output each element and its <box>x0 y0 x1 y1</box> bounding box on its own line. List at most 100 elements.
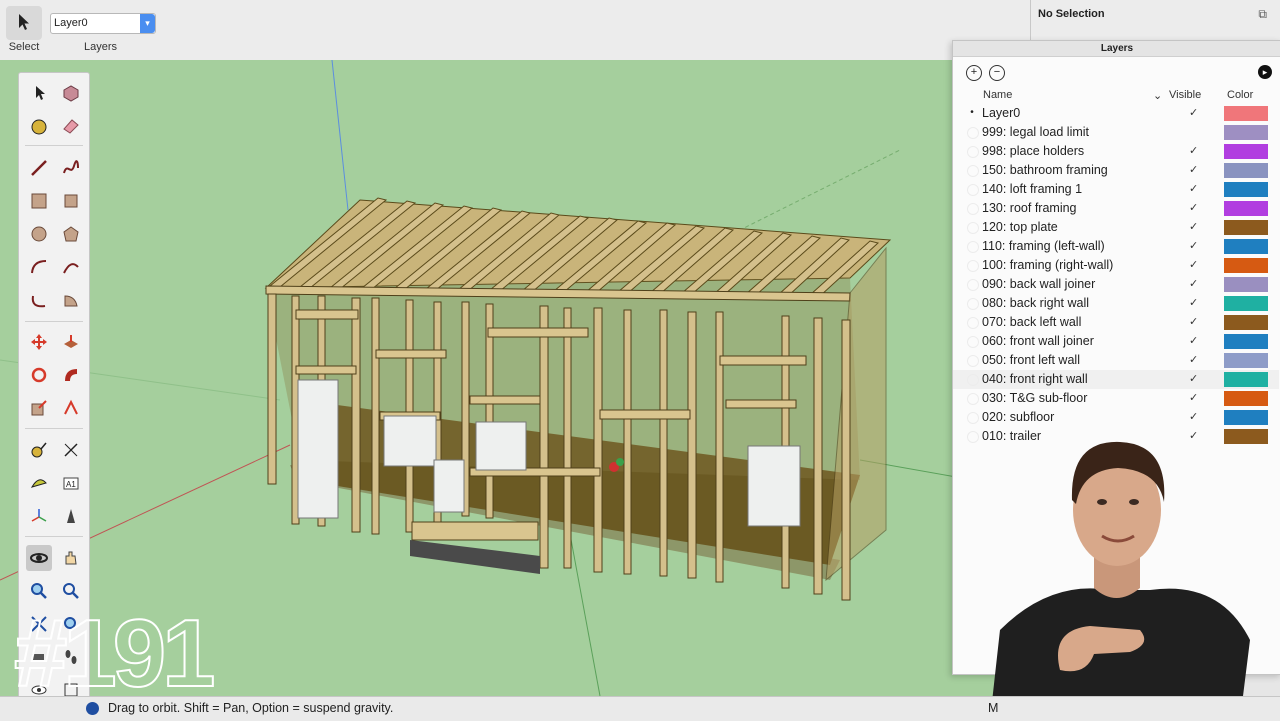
layer-color-swatch[interactable] <box>1224 182 1268 197</box>
layer-color-swatch[interactable] <box>1224 239 1268 254</box>
pie-tool[interactable] <box>58 287 84 313</box>
layer-row[interactable]: 150: bathroom framing ✓ <box>953 161 1279 180</box>
push-pull-tool[interactable] <box>58 329 84 355</box>
layer-name[interactable]: 150: bathroom framing <box>982 163 1108 177</box>
layer-row[interactable]: 080: back right wall ✓ <box>953 294 1279 313</box>
axes-tool[interactable] <box>26 503 52 529</box>
active-layer-indicator[interactable] <box>967 241 979 253</box>
active-layer-indicator[interactable] <box>967 317 979 329</box>
pan-tool[interactable] <box>58 545 84 571</box>
delete-layer-button[interactable]: − <box>989 65 1005 81</box>
active-layer-indicator[interactable] <box>967 431 979 443</box>
layer-name[interactable]: 130: roof framing <box>982 201 1077 215</box>
active-layer-indicator[interactable] <box>967 279 979 291</box>
layer-color-swatch[interactable] <box>1224 220 1268 235</box>
active-layer-indicator[interactable] <box>967 222 979 234</box>
layer-color-swatch[interactable] <box>1224 201 1268 216</box>
column-header-name[interactable]: Name <box>983 89 1012 101</box>
layer-name[interactable]: 040: front right wall <box>982 372 1088 386</box>
visibility-checkbox[interactable]: ✓ <box>1189 163 1198 176</box>
visibility-checkbox[interactable]: ✓ <box>1189 239 1198 252</box>
visibility-checkbox[interactable]: ✓ <box>1189 182 1198 195</box>
layer-color-swatch[interactable] <box>1224 106 1268 121</box>
three-point-arc-tool[interactable] <box>26 287 52 313</box>
sort-chevron-icon[interactable]: ⌄ <box>1153 89 1162 102</box>
layer-row[interactable]: 100: framing (right-wall) ✓ <box>953 256 1279 275</box>
follow-me-tool[interactable] <box>58 362 84 388</box>
text-tool[interactable]: A1 <box>58 470 84 496</box>
dimension-tool[interactable] <box>58 437 84 463</box>
active-layer-indicator[interactable] <box>967 393 979 405</box>
layer-name[interactable]: Layer0 <box>982 106 1020 120</box>
layer-color-swatch[interactable] <box>1224 353 1268 368</box>
layer-name[interactable]: 030: T&G sub-floor <box>982 391 1087 405</box>
layer-row[interactable]: 130: roof framing ✓ <box>953 199 1279 218</box>
component-icon[interactable]: ⧉ <box>1258 7 1267 22</box>
layer-row[interactable]: 140: loft framing 1 ✓ <box>953 180 1279 199</box>
circle-tool[interactable] <box>26 221 52 247</box>
paint-bucket-tool[interactable] <box>26 113 52 139</box>
active-layer-indicator[interactable] <box>967 146 979 158</box>
layer-row[interactable]: 999: legal load limit <box>953 123 1279 142</box>
visibility-checkbox[interactable]: ✓ <box>1189 277 1198 290</box>
tape-measure-tool[interactable] <box>26 437 52 463</box>
layer-name[interactable]: 090: back wall joiner <box>982 277 1095 291</box>
active-layer-indicator[interactable] <box>967 260 979 272</box>
layer-row[interactable]: 110: framing (left-wall) ✓ <box>953 237 1279 256</box>
visibility-checkbox[interactable]: ✓ <box>1189 391 1198 404</box>
layer-name[interactable]: 120: top plate <box>982 220 1058 234</box>
active-layer-indicator[interactable] <box>967 412 979 424</box>
layer-row[interactable]: 040: front right wall ✓ <box>953 370 1279 389</box>
visibility-checkbox[interactable]: ✓ <box>1189 296 1198 309</box>
visibility-checkbox[interactable]: ✓ <box>1189 372 1198 385</box>
add-layer-button[interactable]: + <box>966 65 982 81</box>
make-component-tool[interactable] <box>58 80 84 106</box>
rotated-rectangle-tool[interactable] <box>58 188 84 214</box>
visibility-checkbox[interactable]: ✓ <box>1189 353 1198 366</box>
move-tool[interactable] <box>26 329 52 355</box>
layer-name[interactable]: 080: back right wall <box>982 296 1089 310</box>
visibility-checkbox[interactable]: ✓ <box>1189 410 1198 423</box>
active-layer-indicator[interactable] <box>967 203 979 215</box>
layer-color-swatch[interactable] <box>1224 372 1268 387</box>
layer-color-swatch[interactable] <box>1224 258 1268 273</box>
visibility-checkbox[interactable]: ✓ <box>1189 258 1198 271</box>
layer-row[interactable]: 120: top plate ✓ <box>953 218 1279 237</box>
layer-name[interactable]: 060: front wall joiner <box>982 334 1094 348</box>
active-layer-indicator[interactable] <box>967 336 979 348</box>
layer-color-swatch[interactable] <box>1224 296 1268 311</box>
select-tool-button[interactable] <box>6 6 42 40</box>
layer-name[interactable]: 070: back left wall <box>982 315 1081 329</box>
layer-row[interactable]: 020: subfloor ✓ <box>953 408 1279 427</box>
freehand-tool[interactable] <box>58 155 84 181</box>
visibility-checkbox[interactable]: ✓ <box>1189 315 1198 328</box>
details-menu-button[interactable]: ▸ <box>1258 65 1272 79</box>
active-layer-indicator[interactable] <box>967 184 979 196</box>
active-layer-indicator[interactable] <box>967 165 979 177</box>
visibility-checkbox[interactable]: ✓ <box>1189 144 1198 157</box>
layer-color-swatch[interactable] <box>1224 163 1268 178</box>
3d-text-tool[interactable] <box>58 503 84 529</box>
column-header-visible[interactable]: Visible <box>1169 89 1201 101</box>
scale-tool[interactable] <box>26 395 52 421</box>
protractor-tool[interactable] <box>26 470 52 496</box>
layer-name[interactable]: 140: loft framing 1 <box>982 182 1082 196</box>
visibility-checkbox[interactable]: ✓ <box>1189 220 1198 233</box>
layer-color-swatch[interactable] <box>1224 144 1268 159</box>
visibility-checkbox[interactable]: ✓ <box>1189 334 1198 347</box>
layer-name[interactable]: 020: subfloor <box>982 410 1054 424</box>
polygon-tool[interactable] <box>58 221 84 247</box>
eraser-tool[interactable] <box>58 113 84 139</box>
two-point-arc-tool[interactable] <box>58 254 84 280</box>
layer-color-swatch[interactable] <box>1224 315 1268 330</box>
line-tool[interactable] <box>26 155 52 181</box>
layer-row[interactable]: • Layer0 ✓ <box>953 104 1279 123</box>
layer-row[interactable]: 070: back left wall ✓ <box>953 313 1279 332</box>
layer-color-swatch[interactable] <box>1224 277 1268 292</box>
arc-tool[interactable] <box>26 254 52 280</box>
layer-row[interactable]: 998: place holders ✓ <box>953 142 1279 161</box>
layer-name[interactable]: 100: framing (right-wall) <box>982 258 1113 272</box>
layer-color-swatch[interactable] <box>1224 391 1268 406</box>
active-layer-indicator[interactable] <box>967 127 979 139</box>
current-layer-dropdown[interactable]: Layer0 ▾ <box>50 13 156 34</box>
